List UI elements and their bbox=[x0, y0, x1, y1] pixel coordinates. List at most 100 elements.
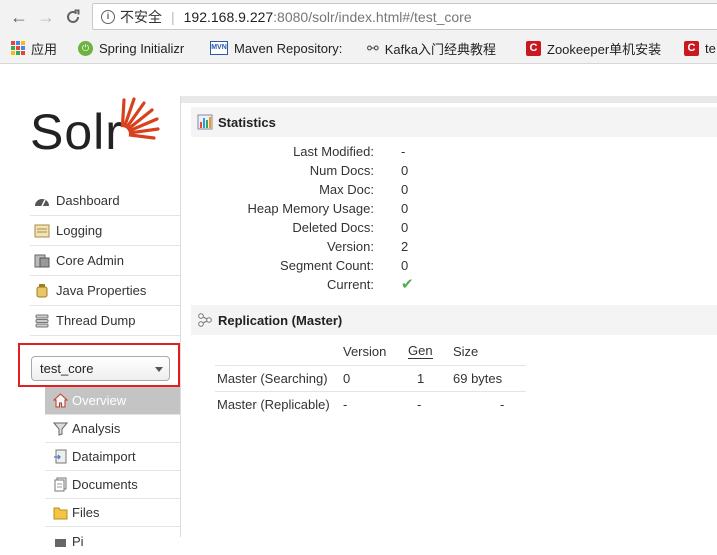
logo-text: Solr bbox=[30, 104, 123, 160]
stat-value: 0 bbox=[401, 201, 409, 216]
bookmark-label: Kafka入门经典教程 bbox=[384, 41, 496, 57]
core-menu-label: Documents bbox=[72, 477, 138, 492]
url-path: :8080/solr/index.html#/test_core bbox=[273, 8, 472, 25]
bookmark-spring-initializr[interactable]: ⏻ Spring Initializr bbox=[78, 39, 184, 57]
stat-row-num-docs: Num Docs: 0 bbox=[191, 163, 591, 182]
site-info-icon[interactable]: i bbox=[101, 9, 115, 24]
nav-item-dashboard[interactable]: Dashboard bbox=[30, 186, 180, 216]
bookmark-te[interactable]: C te bbox=[684, 39, 716, 57]
nav-item-thread-dump[interactable]: Thread Dump bbox=[30, 306, 180, 336]
stat-value: 0 bbox=[401, 258, 409, 273]
stat-value: - bbox=[401, 144, 406, 159]
ping-icon bbox=[55, 538, 66, 547]
stat-row-max-doc: Max Doc: 0 bbox=[191, 182, 591, 201]
bookmark-zookeeper[interactable]: C Zookeeper单机安装 bbox=[526, 39, 661, 57]
core-menu-files[interactable]: Files bbox=[45, 499, 180, 527]
solr-sun-icon bbox=[115, 97, 160, 141]
replication-row-name: Master (Searching) bbox=[217, 371, 328, 386]
sidebar-divider bbox=[180, 96, 181, 537]
core-menu-label: Overview bbox=[72, 393, 127, 408]
home-icon bbox=[53, 393, 68, 408]
bookmark-kafka[interactable]: ⚯ Kafka入门经典教程 bbox=[367, 39, 496, 57]
stat-value: 0 bbox=[401, 163, 409, 178]
column-header-version: Version bbox=[343, 344, 387, 359]
url-separator: | bbox=[171, 8, 175, 25]
csdn-icon: C bbox=[526, 40, 541, 56]
nav-item-core-admin[interactable]: Core Admin bbox=[30, 246, 180, 276]
statistics-header: Statistics bbox=[191, 107, 717, 137]
core-admin-icon bbox=[34, 254, 50, 267]
bookmark-label: Maven Repository: bbox=[234, 40, 343, 56]
stat-label: Deleted Docs: bbox=[292, 220, 374, 235]
dataimport-icon bbox=[54, 449, 67, 464]
bookmark-maven-repository[interactable]: MVN Maven Repository: bbox=[210, 39, 342, 57]
replication-row-version: 0 bbox=[343, 371, 351, 386]
nav-label: Dashboard bbox=[56, 193, 120, 208]
table-row: Master (Searching) 0 1 69 bytes bbox=[215, 365, 526, 392]
chevron-down-icon bbox=[155, 367, 163, 372]
stat-row-last-modified: Last Modified: - bbox=[191, 144, 591, 163]
back-arrow-icon: ← bbox=[10, 6, 28, 27]
stat-row-segment-count: Segment Count: 0 bbox=[191, 258, 591, 277]
core-selector-dropdown[interactable]: test_core bbox=[31, 356, 170, 381]
address-bar[interactable]: i 不安全 | 192.168.9.227:8080/solr/index.ht… bbox=[92, 3, 717, 30]
stat-label: Num Docs: bbox=[309, 163, 374, 178]
column-header-gen: Gen bbox=[408, 343, 433, 359]
statistics-title: Statistics bbox=[218, 114, 276, 130]
nav-item-java-properties[interactable]: Java Properties bbox=[30, 276, 180, 306]
bookmark-apps[interactable]: 应用 bbox=[11, 39, 57, 57]
core-menu-label: Files bbox=[72, 505, 100, 520]
checkmark-icon: ✔ bbox=[401, 276, 414, 293]
core-menu-analysis[interactable]: Analysis bbox=[45, 415, 180, 443]
core-menu-overview[interactable]: Overview bbox=[45, 387, 180, 415]
funnel-icon bbox=[53, 422, 68, 436]
replication-row-name: Master (Replicable) bbox=[217, 397, 330, 412]
column-header-size: Size bbox=[453, 344, 479, 359]
java-icon bbox=[36, 283, 48, 297]
back-button[interactable]: ← bbox=[8, 6, 30, 28]
thread-dump-icon bbox=[35, 314, 49, 327]
replication-row-gen: 1 bbox=[417, 371, 425, 386]
stat-value: 0 bbox=[401, 182, 409, 197]
stat-row-heap-memory: Heap Memory Usage: 0 bbox=[191, 201, 591, 220]
maven-icon: MVN bbox=[210, 41, 228, 55]
stat-label: Heap Memory Usage: bbox=[247, 201, 374, 216]
logging-icon bbox=[34, 224, 50, 237]
core-menu-dataimport[interactable]: Dataimport bbox=[45, 443, 180, 471]
csdn-icon: C bbox=[684, 40, 699, 56]
solr-logo[interactable]: Solr bbox=[30, 96, 160, 166]
nav-label: Java Properties bbox=[56, 283, 147, 298]
table-row: Master (Replicable) - - - bbox=[215, 391, 526, 418]
forward-button[interactable]: → bbox=[35, 6, 57, 28]
stat-row-current: Current: ✔ bbox=[191, 276, 591, 296]
stat-label: Version: bbox=[327, 239, 374, 254]
stat-value: 0 bbox=[401, 220, 409, 235]
core-menu-label: Analysis bbox=[72, 421, 121, 436]
stat-label: Max Doc: bbox=[319, 182, 374, 197]
apps-grid-icon bbox=[11, 41, 25, 55]
replication-row-version: - bbox=[343, 397, 348, 412]
insecure-label: 不安全 bbox=[120, 8, 162, 25]
reload-icon bbox=[67, 9, 80, 23]
core-menu-documents[interactable]: Documents bbox=[45, 471, 180, 499]
stat-label: Segment Count: bbox=[280, 258, 374, 273]
forward-arrow-icon: → bbox=[37, 6, 55, 27]
header-strip bbox=[181, 96, 717, 103]
stat-label: Last Modified: bbox=[293, 144, 374, 159]
spring-icon: ⏻ bbox=[78, 40, 93, 56]
documents-icon bbox=[54, 477, 67, 492]
bookmark-label: Spring Initializr bbox=[99, 40, 185, 56]
nav-item-logging[interactable]: Logging bbox=[30, 216, 180, 246]
replication-header: Replication (Master) bbox=[191, 305, 717, 335]
files-icon bbox=[53, 507, 68, 520]
stat-row-deleted-docs: Deleted Docs: 0 bbox=[191, 220, 591, 239]
stat-label: Current: bbox=[327, 277, 374, 292]
reload-button[interactable] bbox=[62, 6, 84, 28]
bookmark-label: Zookeeper单机安装 bbox=[547, 41, 662, 57]
browser-toolbar: ← → i 不安全 | 192.168.9.227:8080/solr/inde… bbox=[0, 0, 717, 34]
bookmarks-bar: 应用 ⏻ Spring Initializr MVN Maven Reposit… bbox=[0, 34, 717, 64]
core-menu-ping[interactable]: Pi bbox=[45, 527, 180, 555]
replication-title: Replication (Master) bbox=[218, 312, 343, 328]
core-selector-value: test_core bbox=[40, 361, 94, 376]
nav-label: Thread Dump bbox=[56, 313, 136, 328]
